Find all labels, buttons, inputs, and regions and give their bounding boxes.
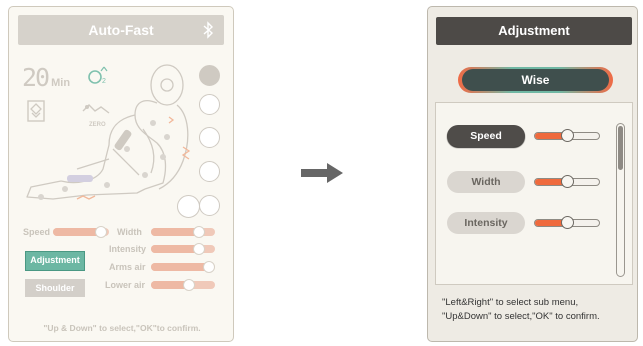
intensity-slider[interactable] bbox=[151, 243, 215, 255]
mode-circle-button[interactable] bbox=[199, 127, 220, 148]
speed-option[interactable]: Speed bbox=[447, 125, 525, 147]
speed-slider-fill bbox=[53, 228, 101, 236]
width-slider-fill bbox=[151, 228, 199, 236]
mode-circle-button[interactable] bbox=[199, 65, 220, 86]
width-slider[interactable] bbox=[151, 226, 215, 238]
massage-chair-icon bbox=[26, 64, 191, 200]
width-adjust-knob[interactable] bbox=[561, 175, 574, 188]
arms-air-slider[interactable] bbox=[151, 261, 215, 273]
lower-air-label: Lower air bbox=[105, 280, 146, 290]
scrollbar-thumb[interactable] bbox=[618, 126, 623, 170]
speed-slider-knob[interactable] bbox=[95, 226, 107, 238]
speed-slider[interactable] bbox=[53, 226, 109, 238]
scrollbar[interactable] bbox=[616, 123, 625, 277]
arrow-right-icon bbox=[301, 163, 343, 183]
mode-circle-button[interactable] bbox=[199, 161, 220, 182]
arms-air-label: Arms air bbox=[109, 262, 146, 272]
auto-fast-screen: Auto-Fast 20 Min 2 ZERO Speed Width Inte… bbox=[8, 6, 234, 342]
right-hint-line-2: "Up&Down" to select,"OK" to confirm. bbox=[442, 311, 600, 322]
left-title-bar: Auto-Fast bbox=[18, 15, 224, 45]
mode-circle-button[interactable] bbox=[199, 195, 220, 216]
adjustment-list: Speed Width Intensity bbox=[435, 102, 633, 285]
arms-air-slider-knob[interactable] bbox=[203, 261, 215, 273]
intensity-option[interactable]: Intensity bbox=[447, 212, 525, 234]
width-label: Width bbox=[117, 227, 142, 237]
intensity-slider-fill bbox=[151, 245, 199, 253]
right-hint-line-1: "Left&Right" to select sub menu, bbox=[442, 297, 579, 308]
mode-circle-button[interactable] bbox=[199, 94, 220, 115]
right-title: Adjustment bbox=[436, 17, 632, 45]
intensity-adjust-slider[interactable] bbox=[534, 216, 600, 229]
right-hint-text: "Left&Right" to select sub menu, "Up&Dow… bbox=[442, 296, 600, 324]
lower-air-slider-knob[interactable] bbox=[183, 279, 195, 291]
bluetooth-icon[interactable] bbox=[202, 21, 214, 39]
speed-adjust-knob[interactable] bbox=[561, 129, 574, 142]
left-title: Auto-Fast bbox=[88, 22, 154, 38]
intensity-slider-knob[interactable] bbox=[193, 243, 205, 255]
left-hint-text: "Up & Down" to select,"OK"to confirm. bbox=[43, 323, 201, 333]
arms-air-slider-fill bbox=[151, 263, 209, 271]
shoulder-button[interactable]: Shoulder bbox=[25, 279, 85, 297]
mode-value[interactable]: Wise bbox=[462, 69, 609, 91]
speed-adjust-slider[interactable] bbox=[534, 129, 600, 142]
mode-circle-button[interactable] bbox=[177, 195, 200, 218]
lower-air-slider[interactable] bbox=[151, 279, 215, 291]
intensity-adjust-knob[interactable] bbox=[561, 216, 574, 229]
adjustment-screen: Adjustment Wise Speed Width Intensity "L… bbox=[427, 6, 638, 342]
width-slider-knob[interactable] bbox=[193, 226, 205, 238]
width-option[interactable]: Width bbox=[447, 171, 525, 193]
speed-label: Speed bbox=[23, 227, 51, 237]
mode-selector[interactable]: Wise bbox=[458, 67, 613, 93]
intensity-label: Intensity bbox=[109, 244, 147, 254]
width-adjust-slider[interactable] bbox=[534, 175, 600, 188]
adjustment-button[interactable]: Adjustment bbox=[25, 251, 85, 271]
